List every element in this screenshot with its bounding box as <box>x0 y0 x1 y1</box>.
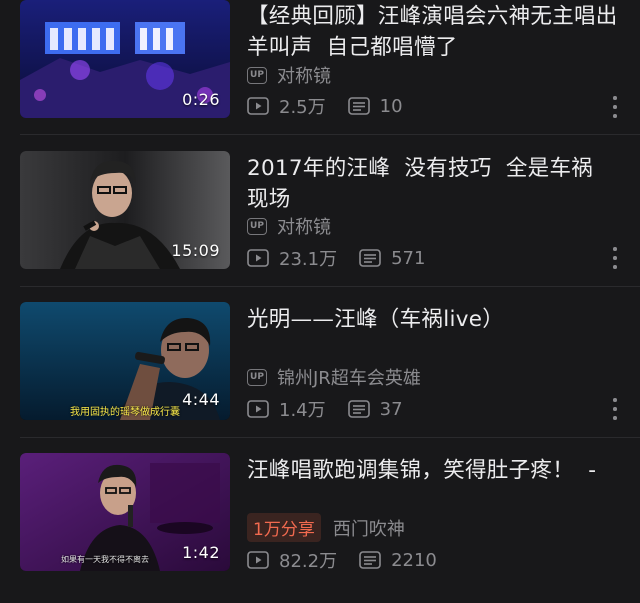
video-item[interactable]: 如果有一天我不得不离去 1:42 汪峰唱歌跑调集锦，笑得肚子疼！ - 1万分享 … <box>0 453 640 603</box>
video-author[interactable]: 对称镜 <box>277 213 331 239</box>
more-vertical-icon[interactable] <box>612 96 618 118</box>
video-thumbnail[interactable]: 15:09 <box>20 151 230 269</box>
view-count: 2.5万 <box>279 97 326 118</box>
video-author[interactable]: 对称镜 <box>277 62 331 88</box>
video-author[interactable]: 锦州JR超车会英雄 <box>277 364 421 390</box>
divider <box>20 286 640 287</box>
more-vertical-icon[interactable] <box>612 398 618 420</box>
comment-count: 2210 <box>391 549 437 571</box>
more-vertical-icon[interactable] <box>612 247 618 269</box>
video-author-row[interactable]: UP 对称镜 <box>247 62 331 88</box>
video-feed: 0:26 【经典回顾】汪峰演唱会六神无主唱出 羊叫声 自己都唱懵了 UP 对称镜… <box>0 0 640 583</box>
share-count-tag: 1万分享 <box>247 513 321 542</box>
video-item[interactable]: 15:09 2017年的汪峰 没有技巧 全是车祸 现场 UP 对称镜 23.1万… <box>0 151 640 301</box>
video-item[interactable]: 我用固执的瑶琴做成行囊 4:44 光明——汪峰（车祸live） UP 锦州JR超… <box>0 302 640 452</box>
view-count: 23.1万 <box>279 249 338 270</box>
comment-count: 10 <box>379 95 403 117</box>
video-item[interactable]: 0:26 【经典回顾】汪峰演唱会六神无主唱出 羊叫声 自己都唱懵了 UP 对称镜… <box>0 0 640 150</box>
play-count-icon <box>247 249 269 267</box>
video-stats-row: 23.1万 571 <box>247 245 447 271</box>
video-stats-row: 2.5万 10 <box>247 93 425 119</box>
danmaku-icon <box>347 400 370 418</box>
comment-count: 37 <box>379 398 403 420</box>
view-count: 82.2万 <box>279 551 338 572</box>
divider <box>20 437 640 438</box>
video-thumbnail[interactable]: 如果有一天我不得不离去 1:42 <box>20 453 230 571</box>
video-duration: 4:44 <box>182 390 220 409</box>
video-stats-row: 82.2万 2210 <box>247 547 459 573</box>
play-count-icon <box>247 97 269 115</box>
video-author-row[interactable]: UP 锦州JR超车会英雄 <box>247 364 421 390</box>
danmaku-icon <box>347 97 370 115</box>
video-author-row[interactable]: 1万分享 西门吹神 <box>247 513 405 542</box>
danmaku-icon <box>359 249 381 267</box>
video-author[interactable]: 西门吹神 <box>333 515 405 541</box>
video-title[interactable]: 【经典回顾】汪峰演唱会六神无主唱出 羊叫声 自己都唱懵了 <box>247 1 627 63</box>
comment-count: 571 <box>391 247 426 269</box>
video-title[interactable]: 2017年的汪峰 没有技巧 全是车祸 现场 <box>247 153 627 215</box>
play-count-icon <box>247 551 269 569</box>
video-duration: 15:09 <box>171 241 220 260</box>
video-thumbnail[interactable]: 我用固执的瑶琴做成行囊 4:44 <box>20 302 230 420</box>
video-title[interactable]: 汪峰唱歌跑调集锦，笑得肚子疼！ - <box>247 455 627 486</box>
video-duration: 1:42 <box>182 543 220 562</box>
video-title[interactable]: 光明——汪峰（车祸live） <box>247 304 627 335</box>
divider <box>20 134 640 135</box>
video-thumbnail[interactable]: 0:26 <box>20 0 230 118</box>
up-badge-icon: UP <box>247 217 267 235</box>
up-badge-icon: UP <box>247 368 267 386</box>
play-count-icon <box>247 400 269 418</box>
video-author-row[interactable]: UP 对称镜 <box>247 213 331 239</box>
video-duration: 0:26 <box>182 90 220 109</box>
view-count: 1.4万 <box>279 400 326 421</box>
up-badge-icon: UP <box>247 66 267 84</box>
danmaku-icon <box>359 551 381 569</box>
video-stats-row: 1.4万 37 <box>247 396 425 422</box>
